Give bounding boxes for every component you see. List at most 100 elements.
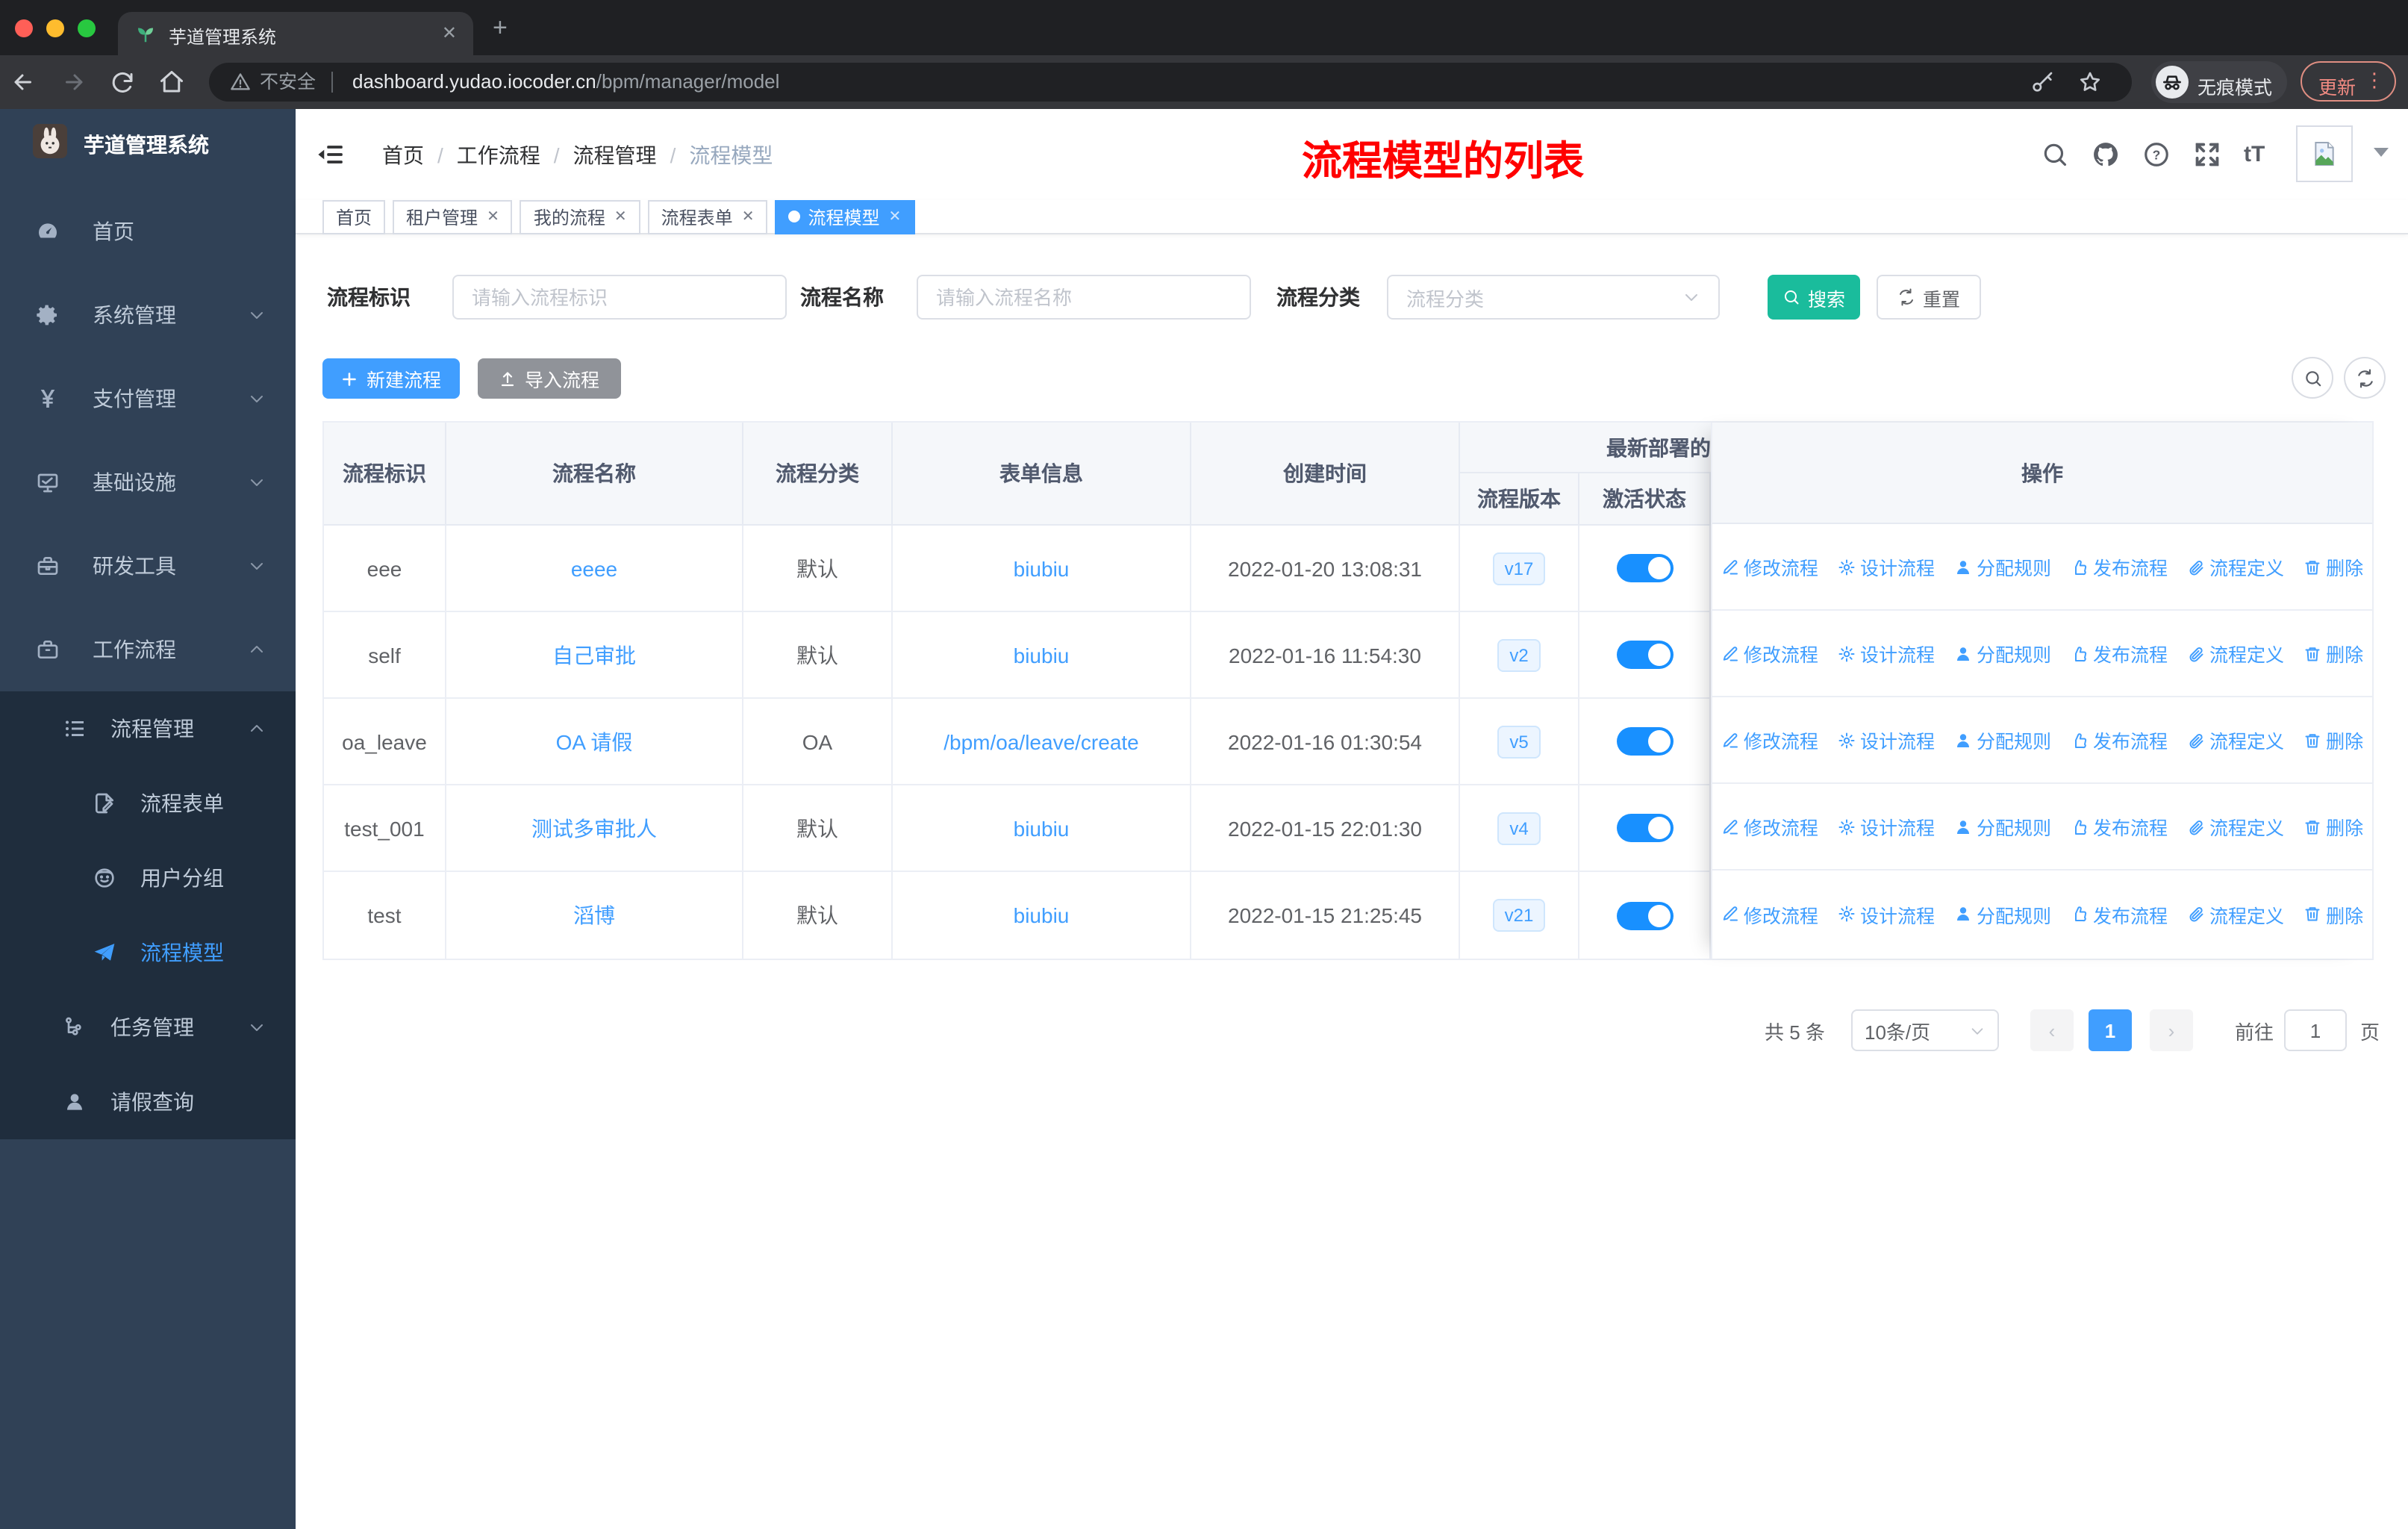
filter-select-category[interactable]: 流程分类 bbox=[1387, 275, 1720, 320]
avatar[interactable] bbox=[2296, 125, 2353, 182]
version-badge[interactable]: v2 bbox=[1497, 638, 1541, 671]
active-toggle[interactable] bbox=[1616, 641, 1673, 669]
browser-tab[interactable]: 芋道管理系统 ✕ bbox=[118, 12, 473, 55]
action-流程定义[interactable]: 流程定义 bbox=[2187, 812, 2284, 841]
sidebar-item-系统管理[interactable]: 系统管理 bbox=[0, 273, 296, 357]
tab-close-icon[interactable]: ✕ bbox=[442, 22, 457, 43]
action-修改流程[interactable]: 修改流程 bbox=[1721, 726, 1818, 754]
action-设计流程[interactable]: 设计流程 bbox=[1838, 900, 1935, 928]
prev-page-button[interactable]: ‹ bbox=[2030, 1009, 2074, 1051]
action-分配规则[interactable]: 分配规则 bbox=[1954, 552, 2051, 581]
goto-page-input[interactable] bbox=[2284, 1009, 2347, 1051]
menu-fold-icon[interactable] bbox=[316, 140, 345, 169]
action-分配规则[interactable]: 分配规则 bbox=[1954, 900, 2051, 928]
sidebar-item-流程表单[interactable]: 流程表单 bbox=[0, 766, 296, 841]
action-设计流程[interactable]: 设计流程 bbox=[1838, 726, 1935, 754]
action-分配规则[interactable]: 分配规则 bbox=[1954, 812, 2051, 841]
sidebar-item-工作流程[interactable]: 工作流程 bbox=[0, 608, 296, 691]
breadcrumb-item[interactable]: 首页 bbox=[382, 140, 424, 169]
bookmark-star-icon[interactable] bbox=[2078, 70, 2102, 94]
action-流程定义[interactable]: 流程定义 bbox=[2187, 639, 2284, 667]
refresh-table-button[interactable] bbox=[2344, 357, 2386, 399]
reset-button[interactable]: 重置 bbox=[1877, 275, 1981, 320]
form-info-link[interactable]: biubiu bbox=[1014, 903, 1070, 927]
action-发布流程[interactable]: 发布流程 bbox=[2071, 552, 2168, 581]
sidebar-item-基础设施[interactable]: 基础设施 bbox=[0, 440, 296, 524]
sidebar-item-流程模型[interactable]: 流程模型 bbox=[0, 915, 296, 990]
sidebar-item-流程管理[interactable]: 流程管理 bbox=[0, 691, 296, 766]
forward-icon[interactable] bbox=[61, 69, 88, 96]
version-badge[interactable]: v4 bbox=[1497, 812, 1541, 844]
tag-close-icon[interactable]: ✕ bbox=[614, 208, 627, 225]
breadcrumb-item[interactable]: 流程管理 bbox=[573, 140, 657, 169]
action-发布流程[interactable]: 发布流程 bbox=[2071, 726, 2168, 754]
tag-close-icon[interactable]: ✕ bbox=[889, 208, 902, 225]
active-toggle[interactable] bbox=[1616, 554, 1673, 582]
action-流程定义[interactable]: 流程定义 bbox=[2187, 552, 2284, 581]
sidebar-item-任务管理[interactable]: 任务管理 bbox=[0, 990, 296, 1065]
update-button[interactable]: 更新 ⋮ bbox=[2301, 61, 2396, 102]
process-name-link[interactable]: OA 请假 bbox=[556, 726, 633, 756]
github-icon[interactable] bbox=[2092, 140, 2120, 169]
key-icon[interactable] bbox=[2030, 70, 2054, 94]
traffic-zoom-button[interactable] bbox=[78, 19, 96, 37]
form-info-link[interactable]: biubiu bbox=[1014, 556, 1070, 580]
form-info-link[interactable]: biubiu bbox=[1014, 816, 1070, 840]
active-toggle[interactable] bbox=[1616, 901, 1673, 929]
process-name-link[interactable]: eeee bbox=[571, 556, 617, 580]
action-设计流程[interactable]: 设计流程 bbox=[1838, 812, 1935, 841]
tag-流程模型[interactable]: 流程模型 ✕ bbox=[775, 199, 915, 234]
sidebar-item-首页[interactable]: 首页 bbox=[0, 190, 296, 273]
toggle-search-button[interactable] bbox=[2292, 357, 2333, 399]
action-分配规则[interactable]: 分配规则 bbox=[1954, 639, 2051, 667]
process-name-link[interactable]: 自己审批 bbox=[552, 640, 636, 670]
action-删除[interactable]: 删除 bbox=[2303, 900, 2363, 928]
action-发布流程[interactable]: 发布流程 bbox=[2071, 900, 2168, 928]
help-icon[interactable]: ? bbox=[2142, 140, 2171, 169]
active-toggle[interactable] bbox=[1616, 727, 1673, 756]
search-button[interactable]: 搜索 bbox=[1768, 275, 1860, 320]
active-toggle[interactable] bbox=[1616, 814, 1673, 842]
action-流程定义[interactable]: 流程定义 bbox=[2187, 726, 2284, 754]
version-badge[interactable]: v17 bbox=[1492, 552, 1546, 585]
action-设计流程[interactable]: 设计流程 bbox=[1838, 552, 1935, 581]
action-修改流程[interactable]: 修改流程 bbox=[1721, 639, 1818, 667]
tag-流程表单[interactable]: 流程表单 ✕ bbox=[647, 199, 768, 234]
action-修改流程[interactable]: 修改流程 bbox=[1721, 812, 1818, 841]
action-发布流程[interactable]: 发布流程 bbox=[2071, 639, 2168, 667]
sidebar-item-支付管理[interactable]: 支付管理 bbox=[0, 357, 296, 440]
next-page-button[interactable]: › bbox=[2150, 1009, 2193, 1051]
new-tab-button[interactable]: + bbox=[493, 13, 508, 43]
form-info-link[interactable]: /bpm/oa/leave/create bbox=[943, 729, 1139, 753]
action-修改流程[interactable]: 修改流程 bbox=[1721, 552, 1818, 581]
fullscreen-icon[interactable] bbox=[2193, 140, 2221, 169]
tag-close-icon[interactable]: ✕ bbox=[742, 208, 755, 225]
form-info-link[interactable]: biubiu bbox=[1014, 643, 1070, 667]
sidebar-item-研发工具[interactable]: 研发工具 bbox=[0, 524, 296, 608]
sidebar-item-用户分组[interactable]: 用户分组 bbox=[0, 841, 296, 915]
action-分配规则[interactable]: 分配规则 bbox=[1954, 726, 2051, 754]
action-删除[interactable]: 删除 bbox=[2303, 639, 2363, 667]
traffic-minimize-button[interactable] bbox=[46, 19, 64, 37]
browser-menu-icon[interactable]: ⋮ bbox=[2365, 69, 2384, 93]
tag-租户管理[interactable]: 租户管理 ✕ bbox=[393, 199, 513, 234]
create-process-button[interactable]: 新建流程 bbox=[322, 358, 460, 399]
version-badge[interactable]: v21 bbox=[1492, 899, 1546, 932]
filter-input-name[interactable] bbox=[917, 275, 1251, 320]
home-icon[interactable] bbox=[158, 69, 185, 96]
version-badge[interactable]: v5 bbox=[1497, 725, 1541, 758]
sidebar-item-请假查询[interactable]: 请假查询 bbox=[0, 1065, 296, 1139]
search-icon[interactable] bbox=[2041, 140, 2069, 169]
action-设计流程[interactable]: 设计流程 bbox=[1838, 639, 1935, 667]
action-删除[interactable]: 删除 bbox=[2303, 552, 2363, 581]
action-删除[interactable]: 删除 bbox=[2303, 726, 2363, 754]
action-删除[interactable]: 删除 bbox=[2303, 812, 2363, 841]
address-bar[interactable]: 不安全 dashboard.yudao.iocoder.cn/bpm/manag… bbox=[209, 63, 2132, 102]
page-size-select[interactable]: 10条/页 bbox=[1851, 1009, 1999, 1051]
process-name-link[interactable]: 滔博 bbox=[573, 900, 615, 930]
avatar-caret-icon[interactable] bbox=[2374, 148, 2389, 157]
back-icon[interactable] bbox=[9, 69, 36, 96]
traffic-close-button[interactable] bbox=[15, 19, 33, 37]
tag-close-icon[interactable]: ✕ bbox=[487, 208, 499, 225]
reload-icon[interactable] bbox=[109, 69, 136, 96]
